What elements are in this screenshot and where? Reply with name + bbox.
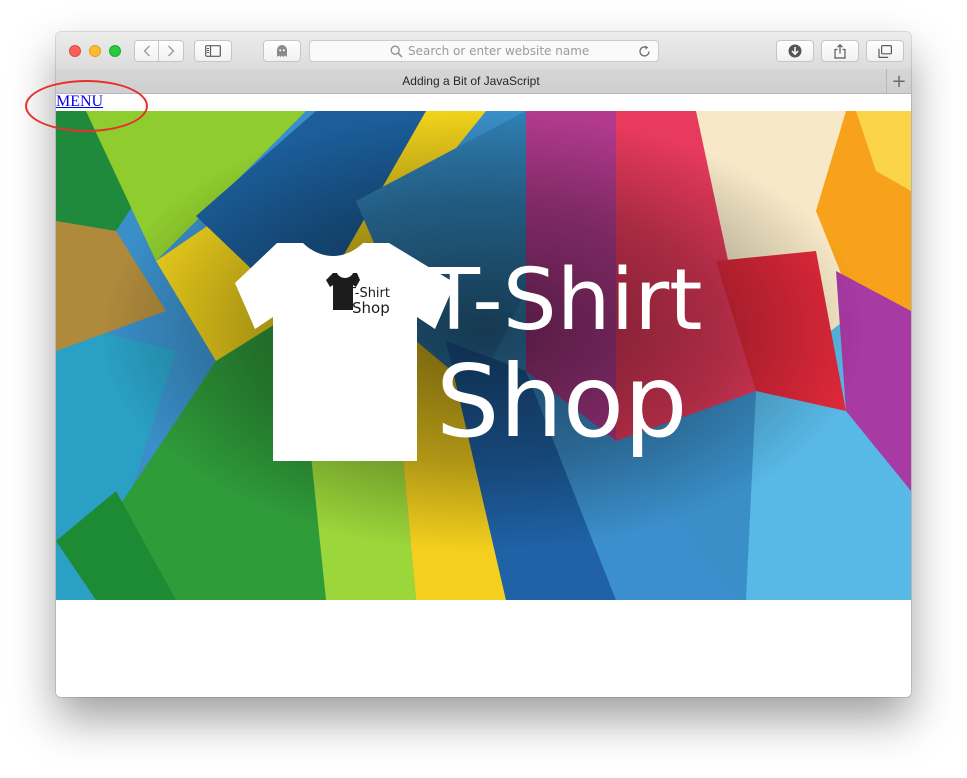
- forward-button[interactable]: [159, 40, 184, 62]
- reload-icon[interactable]: [638, 45, 651, 58]
- hero-banner: T-Shirt Shop T-Shirt Shop: [56, 111, 911, 600]
- share-icon: [834, 43, 846, 59]
- minimize-window-button[interactable]: [89, 45, 101, 57]
- logo-text-line2: Shop: [352, 299, 390, 317]
- show-tabs-button[interactable]: [866, 40, 904, 62]
- hero-title-line2: Shop: [436, 343, 688, 460]
- browser-window: Search or enter website name Adding a Bi…: [56, 32, 911, 697]
- new-tab-button[interactable]: +: [886, 69, 911, 93]
- page-content: MENU T-Shirt Shop T-Shirt Shop: [56, 93, 911, 697]
- browser-toolbar: Search or enter website name: [56, 32, 911, 70]
- share-button[interactable]: [821, 40, 859, 62]
- sidebar-button[interactable]: [194, 40, 232, 62]
- address-placeholder: Search or enter website name: [408, 44, 590, 58]
- tabs-icon: [878, 44, 892, 58]
- sidebar-icon: [205, 45, 221, 57]
- tab-bar: Adding a Bit of JavaScript +: [56, 69, 911, 94]
- download-icon: [788, 44, 802, 58]
- forward-icon: [168, 45, 175, 57]
- tab-active[interactable]: Adding a Bit of JavaScript: [56, 69, 886, 93]
- extension-button[interactable]: [263, 40, 301, 62]
- search-icon: [390, 45, 403, 58]
- close-window-button[interactable]: [69, 45, 81, 57]
- back-button[interactable]: [134, 40, 159, 62]
- hero-title-line1: T-Shirt: [427, 251, 703, 350]
- downloads-button[interactable]: [776, 40, 814, 62]
- address-bar[interactable]: Search or enter website name: [309, 40, 659, 62]
- back-icon: [143, 45, 150, 57]
- zoom-window-button[interactable]: [109, 45, 121, 57]
- ghost-icon: [277, 45, 287, 57]
- annotation-circle: [25, 80, 148, 132]
